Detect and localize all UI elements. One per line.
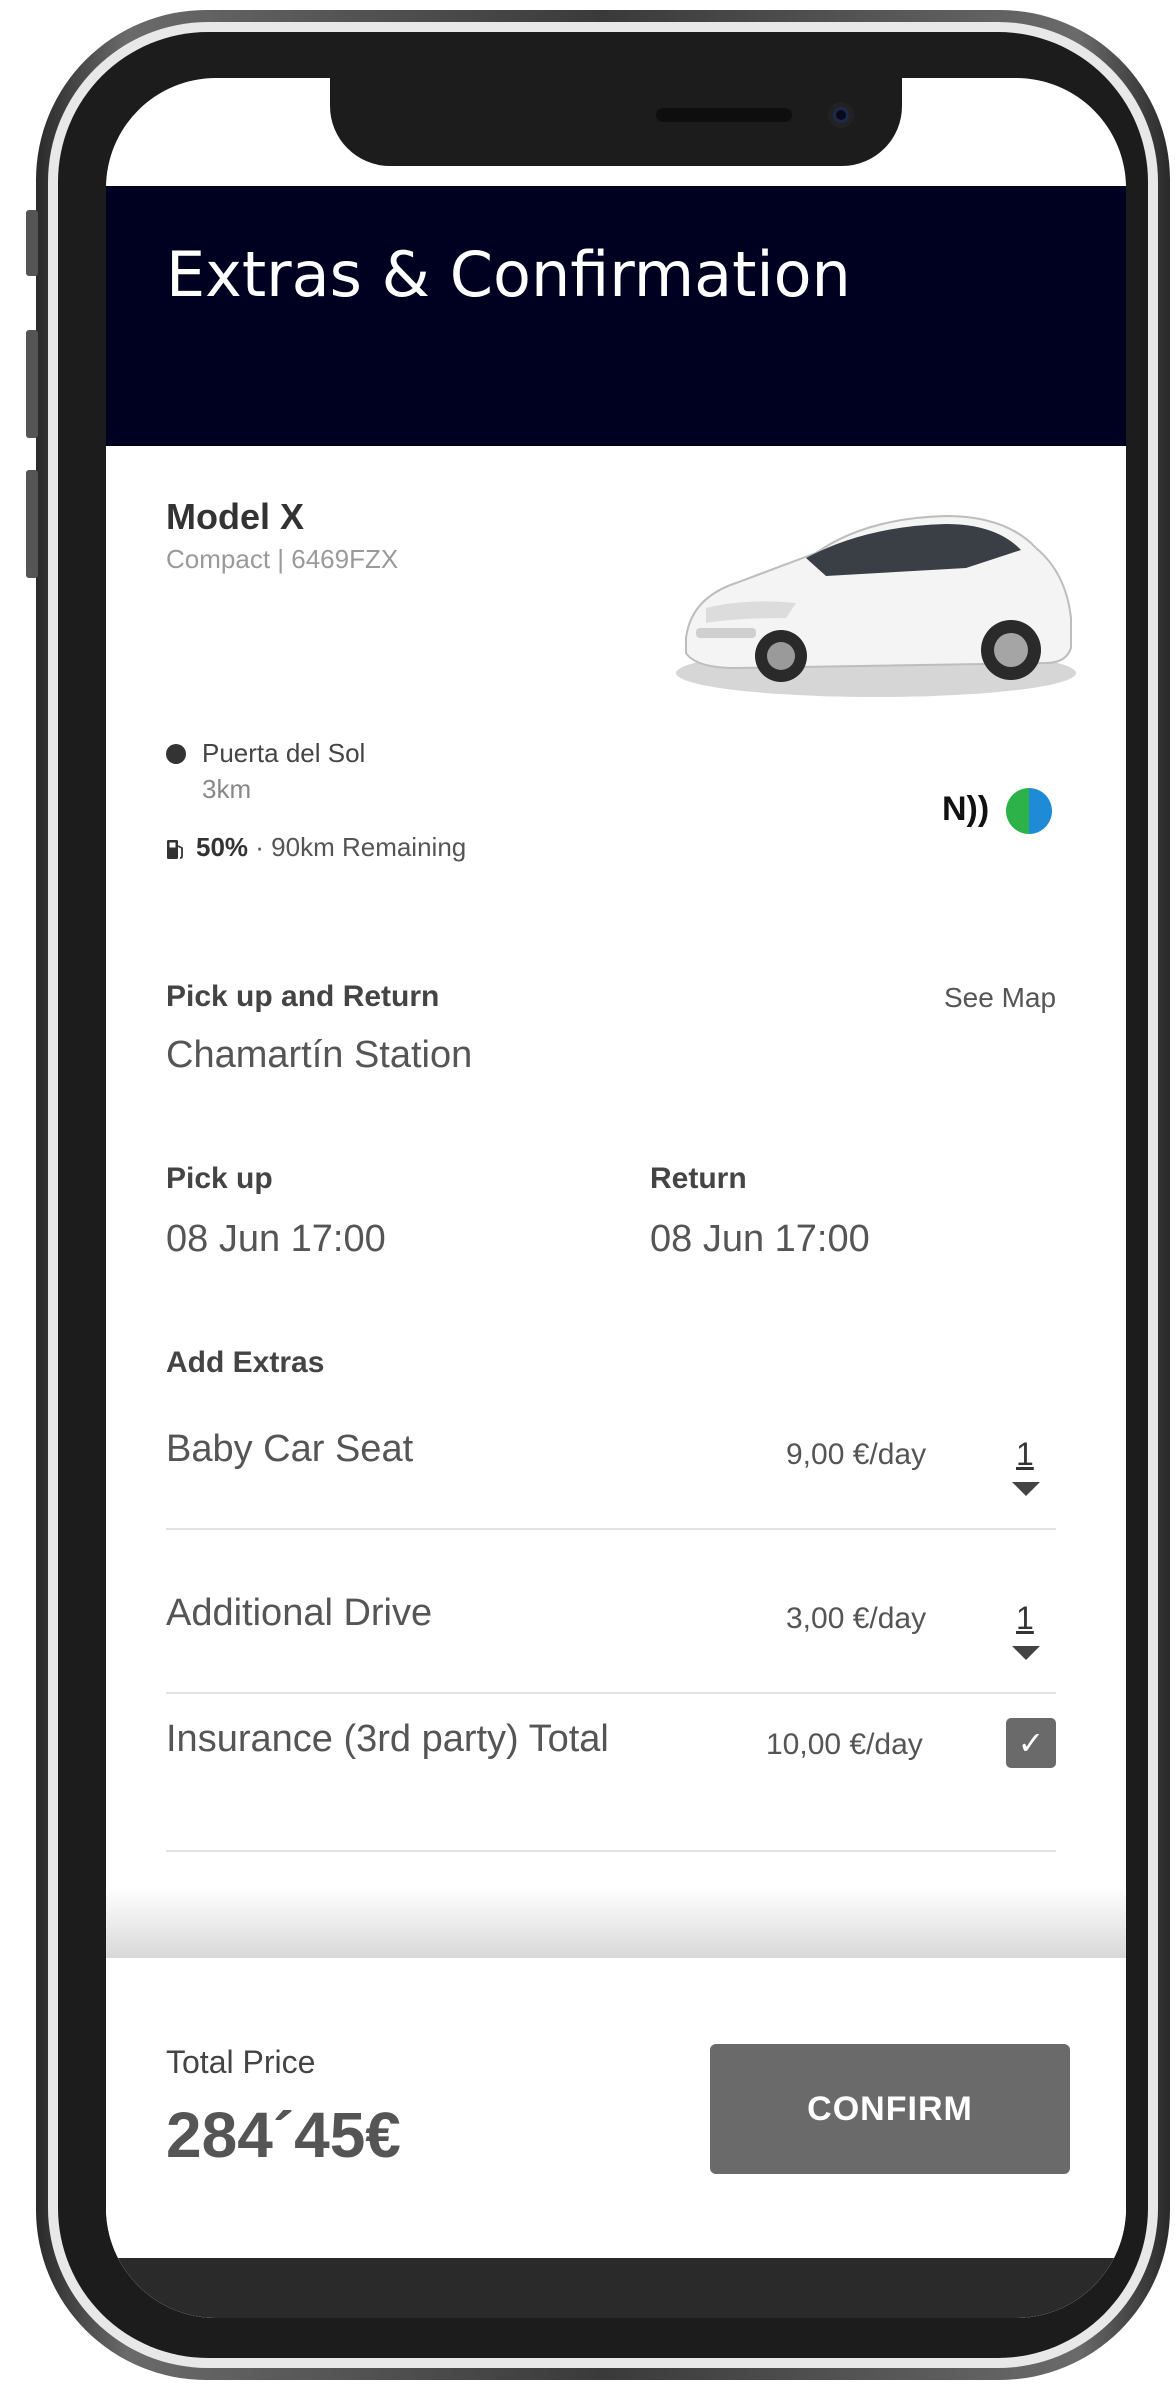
front-camera <box>828 102 854 128</box>
volume-down-button <box>26 470 38 578</box>
scroll-fade <box>106 1888 1126 1958</box>
chevron-down-icon[interactable] <box>1012 1482 1040 1496</box>
check-icon: ✓ <box>1017 1725 1045 1761</box>
confirm-button[interactable]: CONFIRM <box>710 2044 1070 2174</box>
pickup-label: Pick up <box>166 1162 273 1195</box>
return-label: Return <box>650 1162 747 1195</box>
car-subtitle: Compact | 6469FZX <box>166 544 399 574</box>
mute-switch <box>26 210 38 276</box>
quantity-select[interactable]: 1 <box>1016 1600 1034 1637</box>
chevron-down-icon[interactable] <box>1012 1646 1040 1660</box>
phone-frame: Extras & Confirmation Model X Compact | … <box>0 0 1175 2387</box>
divider <box>166 1692 1056 1694</box>
car-name: Model X <box>166 496 305 537</box>
battery-remaining: · 90km Remaining <box>248 832 467 862</box>
total-price-label: Total Price <box>166 2044 316 2080</box>
battery-percent: 50% <box>196 832 249 862</box>
add-extras-label: Add Extras <box>166 1346 325 1379</box>
extra-price: 10,00 €/day <box>766 1728 923 1761</box>
see-map-link[interactable]: See Map <box>944 982 1056 1014</box>
divider <box>166 1528 1056 1530</box>
page-title: Extras & Confirmation <box>166 238 851 311</box>
extra-price: 3,00 €/day <box>786 1602 927 1635</box>
phone-chin <box>106 2258 1126 2318</box>
car-distance: 3km <box>202 774 252 804</box>
extra-name: Insurance (3rd party) Total <box>166 1718 609 1760</box>
volume-up-button <box>26 330 38 438</box>
insurance-checkbox[interactable]: ✓ <box>1006 1718 1056 1768</box>
pickup-datetime[interactable]: 08 Jun 17:00 <box>166 1218 386 1261</box>
screen: Extras & Confirmation Model X Compact | … <box>106 78 1126 2318</box>
battery-status: 50% · 90km Remaining <box>196 832 466 863</box>
extra-name: Additional Drive <box>166 1592 433 1634</box>
notch <box>330 78 902 166</box>
extra-price: 9,00 €/day <box>786 1438 927 1471</box>
divider <box>166 1850 1056 1852</box>
location-pin-icon <box>166 744 186 764</box>
car-location: Puerta del Sol <box>202 738 366 768</box>
header-bar <box>106 186 1126 446</box>
car-image <box>676 514 1076 697</box>
quantity-select[interactable]: 1 <box>1016 1436 1034 1473</box>
pickup-return-place: Chamartín Station <box>166 1034 473 1076</box>
return-datetime[interactable]: 08 Jun 17:00 <box>650 1218 870 1261</box>
nfc-icon: N)) <box>942 790 990 828</box>
total-price-value: 284´45€ <box>166 2099 401 2171</box>
extra-name: Baby Car Seat <box>166 1428 414 1470</box>
globe-icon <box>1006 788 1052 834</box>
fuel-pump-icon <box>167 840 183 859</box>
speaker <box>656 108 792 122</box>
pickup-return-label: Pick up and Return <box>166 980 440 1013</box>
